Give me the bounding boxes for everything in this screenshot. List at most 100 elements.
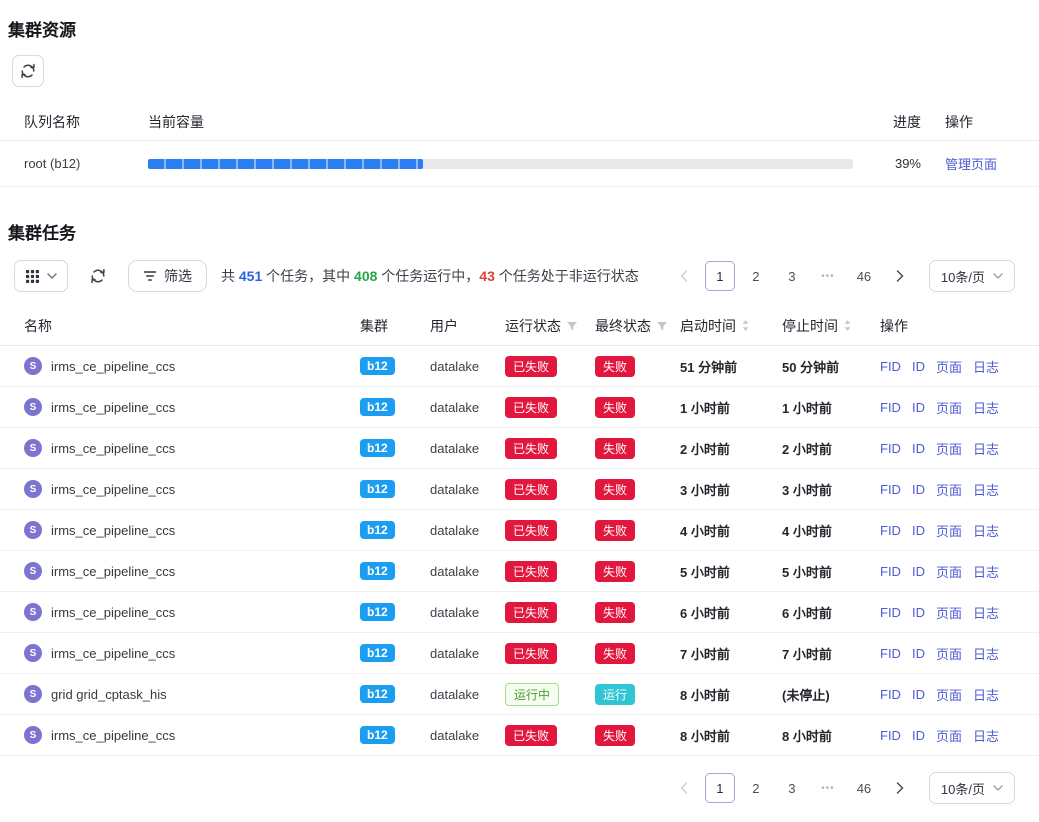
table-row: S irms_ce_pipeline_ccs b12 datalake 已失败 … [0,387,1039,428]
action-fid-link[interactable]: FID [880,441,901,456]
action-page-link[interactable]: 页面 [936,521,962,540]
task-name: irms_ce_pipeline_ccs [51,646,175,661]
task-name-cell: S irms_ce_pipeline_ccs [24,562,360,580]
action-fid-link[interactable]: FID [880,564,901,579]
col-resource-actions: 操作 [945,112,1015,132]
action-log-link[interactable]: 日志 [973,562,999,581]
tasks-table-header: 名称 集群 用户 运行状态 最终状态 启动时间 [0,306,1039,346]
pagination-page[interactable]: 1 [705,773,735,803]
resources-refresh-button[interactable] [12,55,44,87]
action-fid-link[interactable]: FID [880,646,901,661]
action-fid-link[interactable]: FID [880,523,901,538]
table-row: S irms_ce_pipeline_ccs b12 datalake 已失败 … [0,715,1039,756]
page-size-value: 10条/页 [941,779,985,798]
sort-icon[interactable] [843,319,852,332]
pagination-page[interactable]: 3 [777,773,807,803]
stop-time: 7 小时前 [782,644,880,663]
action-log-link[interactable]: 日志 [973,644,999,663]
pagination-next[interactable] [885,773,915,803]
pagination-page[interactable]: 46 [849,261,879,291]
spark-avatar: S [24,562,42,580]
action-id-link[interactable]: ID [912,728,925,743]
cluster-cell: b12 [360,603,430,621]
action-log-link[interactable]: 日志 [973,439,999,458]
action-page-link[interactable]: 页面 [936,603,962,622]
action-id-link[interactable]: ID [912,523,925,538]
summary-text: 个任务处于非运行状态 [495,268,639,284]
page-size-select[interactable]: 10条/页 [929,772,1015,804]
sort-icon[interactable] [741,319,750,332]
tasks-toolbar: 筛选 共 451 个任务，其中 408 个任务运行中，43 个任务处于非运行状态… [0,260,1039,292]
cluster-badge: b12 [360,726,395,744]
user-cell: datalake [430,441,505,456]
pagination-page[interactable]: 1 [705,261,735,291]
cluster-tasks-title: 集群任务 [0,219,1039,244]
pagination-prev[interactable] [669,261,699,291]
action-fid-link[interactable]: FID [880,728,901,743]
stop-time: 50 分钟前 [782,357,880,376]
column-settings-button[interactable] [14,260,68,292]
stop-time: 3 小时前 [782,480,880,499]
action-id-link[interactable]: ID [912,605,925,620]
action-fid-link[interactable]: FID [880,605,901,620]
run-status-badge: 已失败 [505,438,557,459]
action-log-link[interactable]: 日志 [973,357,999,376]
pagination-page[interactable]: 2 [741,773,771,803]
task-name-cell: S irms_ce_pipeline_ccs [24,644,360,662]
action-id-link[interactable]: ID [912,564,925,579]
filter-funnel-icon[interactable] [566,320,578,332]
page-size-select[interactable]: 10条/页 [929,260,1015,292]
manage-page-link[interactable]: 管理页面 [945,157,997,172]
action-page-link[interactable]: 页面 [936,644,962,663]
task-name: irms_ce_pipeline_ccs [51,523,175,538]
action-page-link[interactable]: 页面 [936,562,962,581]
cluster-tasks-section: 集群任务 [0,219,1039,804]
run-status-cell: 已失败 [505,725,595,746]
action-log-link[interactable]: 日志 [973,603,999,622]
action-id-link[interactable]: ID [912,646,925,661]
pagination-ellipsis[interactable]: ••• [813,261,843,291]
pagination-ellipsis[interactable]: ••• [813,773,843,803]
user-cell: datalake [430,482,505,497]
action-page-link[interactable]: 页面 [936,398,962,417]
cluster-cell: b12 [360,644,430,662]
action-page-link[interactable]: 页面 [936,439,962,458]
action-page-link[interactable]: 页面 [936,480,962,499]
action-log-link[interactable]: 日志 [973,726,999,745]
row-actions: FID ID 页面 日志 [880,685,1015,704]
action-log-link[interactable]: 日志 [973,480,999,499]
pagination-page[interactable]: 2 [741,261,771,291]
action-id-link[interactable]: ID [912,400,925,415]
action-fid-link[interactable]: FID [880,400,901,415]
row-actions: FID ID 页面 日志 [880,439,1015,458]
action-log-link[interactable]: 日志 [973,521,999,540]
pagination-page[interactable]: 46 [849,773,879,803]
row-actions: FID ID 页面 日志 [880,480,1015,499]
run-status-cell: 已失败 [505,479,595,500]
pagination-prev[interactable] [669,773,699,803]
filter-funnel-icon[interactable] [656,320,668,332]
action-id-link[interactable]: ID [912,482,925,497]
final-status-badge: 失败 [595,643,635,664]
row-actions: FID ID 页面 日志 [880,603,1015,622]
action-page-link[interactable]: 页面 [936,726,962,745]
action-log-link[interactable]: 日志 [973,398,999,417]
action-page-link[interactable]: 页面 [936,357,962,376]
action-page-link[interactable]: 页面 [936,685,962,704]
cluster-cell: b12 [360,439,430,457]
action-id-link[interactable]: ID [912,441,925,456]
pagination-page[interactable]: 3 [777,261,807,291]
action-fid-link[interactable]: FID [880,687,901,702]
pagination-next[interactable] [885,261,915,291]
action-id-link[interactable]: ID [912,687,925,702]
run-status-badge: 已失败 [505,397,557,418]
action-fid-link[interactable]: FID [880,482,901,497]
tasks-refresh-button[interactable] [82,260,114,292]
action-fid-link[interactable]: FID [880,359,901,374]
col-user-label: 用户 [430,316,458,336]
action-log-link[interactable]: 日志 [973,685,999,704]
refresh-icon [20,63,36,79]
action-id-link[interactable]: ID [912,359,925,374]
user-cell: datalake [430,687,505,702]
filter-button[interactable]: 筛选 [128,260,207,292]
